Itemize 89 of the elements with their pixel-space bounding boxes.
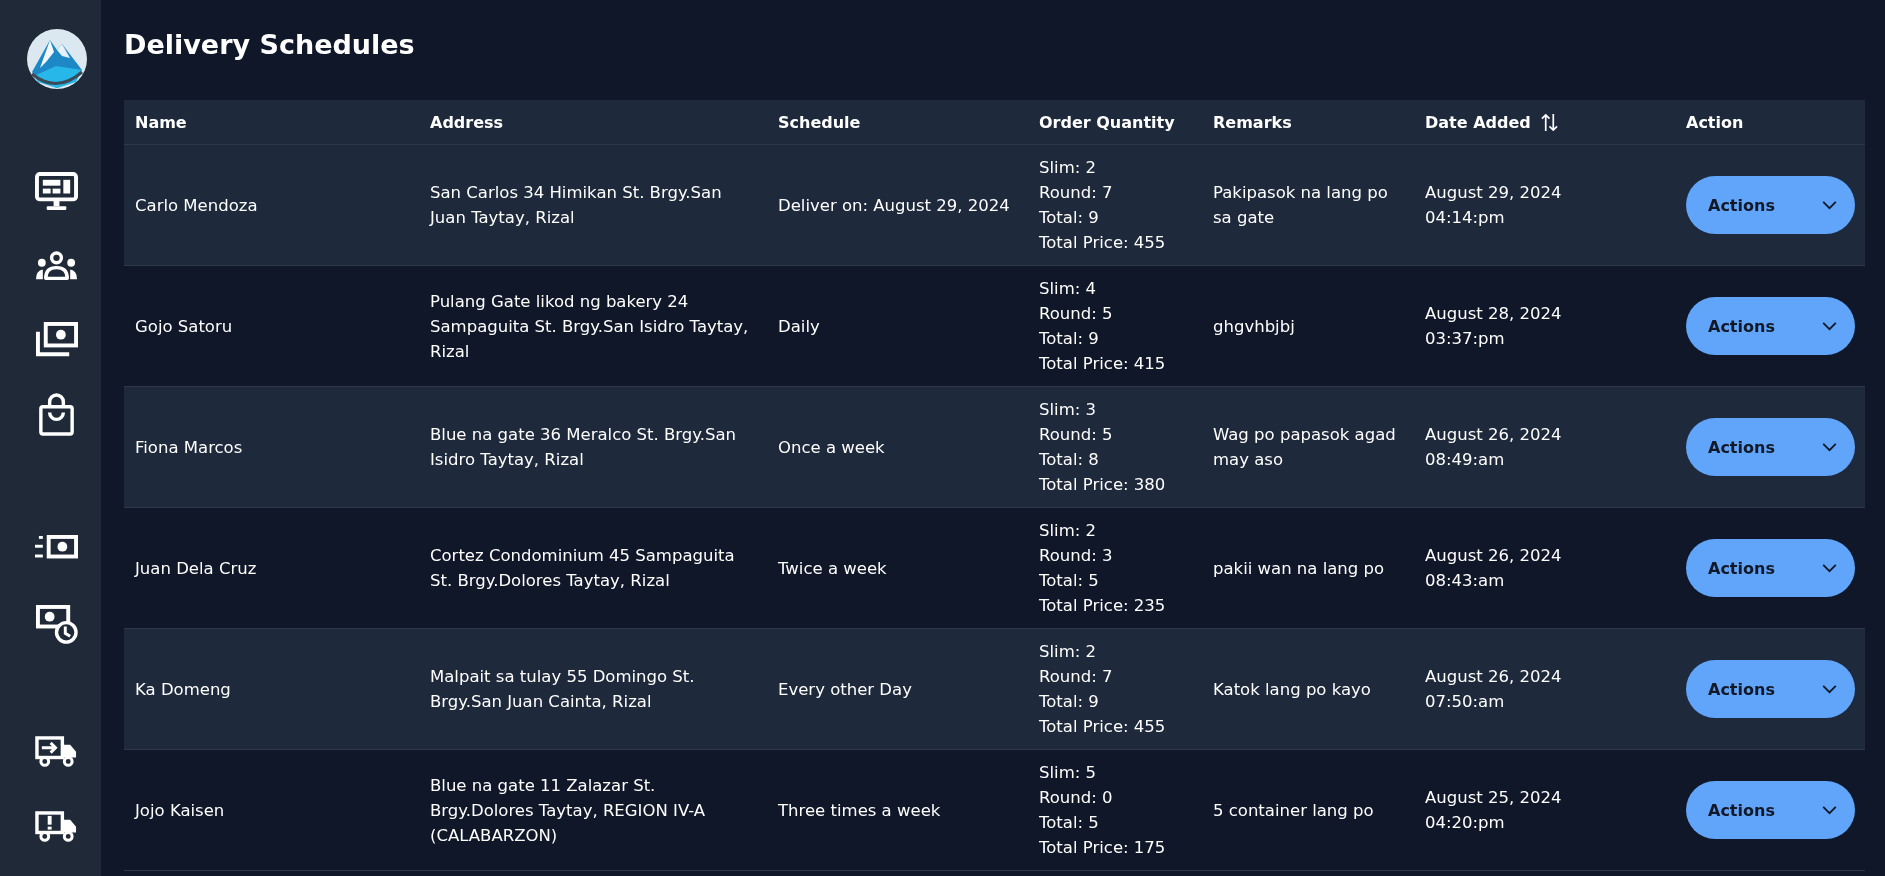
schedule-text: Every other Day bbox=[778, 678, 913, 701]
quantity-line: Slim: 3 bbox=[1039, 399, 1098, 421]
column-header: Order Quantity bbox=[1039, 111, 1175, 134]
address-text: Malpait sa tulay 55 Domingo St. Brgy.San Juan Cainta, Rizal bbox=[430, 666, 696, 713]
time-text: 08:43:am bbox=[1425, 570, 1506, 592]
quantity-line: Total Price: 235 bbox=[1039, 595, 1167, 617]
schedule-text: Twice a week bbox=[778, 557, 888, 580]
date-text: August 26, 2024 bbox=[1425, 545, 1563, 567]
truck-arrow-icon[interactable] bbox=[35, 735, 78, 768]
quantity-line: Total: 9 bbox=[1039, 328, 1100, 350]
quantity-line: Total Price: 455 bbox=[1039, 232, 1167, 254]
quantity-line: Total: 5 bbox=[1039, 812, 1100, 834]
time-text: 04:20:pm bbox=[1425, 812, 1506, 834]
chevron-down-icon bbox=[1822, 200, 1837, 210]
quantity-line: Slim: 2 bbox=[1039, 157, 1098, 179]
customer-name: Gojo Satoru bbox=[135, 315, 234, 338]
chevron-down-icon bbox=[1822, 442, 1837, 452]
date-text: August 25, 2024 bbox=[1425, 787, 1563, 809]
address-text: Blue na gate 11 Zalazar St. Brgy.Dolores Taytay, REGION IV-A (CALABARZON) bbox=[430, 774, 707, 847]
quantity-line: Slim: 5 bbox=[1039, 762, 1098, 784]
quantity-line: Round: 7 bbox=[1039, 182, 1114, 204]
monitor-icon[interactable] bbox=[35, 172, 78, 212]
quantity-line: Round: 5 bbox=[1039, 303, 1114, 325]
quantity-line: Round: 7 bbox=[1039, 666, 1114, 688]
time-text: 04:14:pm bbox=[1425, 207, 1506, 229]
column-header: Remarks bbox=[1213, 111, 1292, 134]
time-text: 08:49:am bbox=[1425, 449, 1506, 471]
customer-name: Carlo Mendoza bbox=[135, 194, 259, 217]
remarks-text: Katok lang po kayo bbox=[1213, 678, 1372, 701]
actions-button[interactable]: Actions bbox=[1686, 660, 1855, 718]
quantity-line: Total: 5 bbox=[1039, 570, 1100, 592]
schedule-text: Three times a week bbox=[778, 799, 942, 822]
address-text: Pulang Gate likod ng bakery 24 Sampaguita St. Brgy.San Isidro Taytay, Rizal bbox=[430, 290, 750, 363]
actions-button[interactable]: Actions bbox=[1686, 176, 1855, 234]
customer-name: Juan Dela Cruz bbox=[135, 557, 258, 580]
time-text: 07:50:am bbox=[1425, 691, 1506, 713]
chevron-down-icon bbox=[1822, 805, 1837, 815]
quantity-line: Total Price: 175 bbox=[1039, 837, 1167, 859]
quantity-line: Total Price: 455 bbox=[1039, 716, 1167, 738]
quantity-line: Slim: 2 bbox=[1039, 520, 1098, 542]
remarks-text: Pakipasok na lang po sa gate bbox=[1213, 182, 1389, 229]
remarks-text: Wag po papasok agad may aso bbox=[1213, 424, 1397, 471]
quantity-line: Round: 3 bbox=[1039, 545, 1114, 567]
mountain-logo-icon[interactable] bbox=[25, 28, 88, 90]
date-text: August 28, 2024 bbox=[1425, 303, 1563, 325]
banknote-clock-icon[interactable] bbox=[35, 605, 78, 645]
schedule-text: Daily bbox=[778, 315, 821, 338]
column-header: Address bbox=[430, 111, 504, 134]
quantity-line: Total: 9 bbox=[1039, 207, 1100, 229]
actions-button[interactable]: Actions bbox=[1686, 297, 1855, 355]
banknote-speed-icon[interactable] bbox=[35, 535, 78, 559]
customer-name: Fiona Marcos bbox=[135, 436, 244, 459]
people-icon[interactable] bbox=[35, 251, 78, 281]
customer-name: Jojo Kaisen bbox=[135, 799, 226, 822]
chevron-down-icon bbox=[1822, 321, 1837, 331]
address-text: San Carlos 34 Himikan St. Brgy.San Juan Taytay, Rizal bbox=[430, 182, 723, 229]
time-text: 03:37:pm bbox=[1425, 328, 1506, 350]
remarks-text: ghgvhbjbj bbox=[1213, 315, 1296, 338]
schedule-text: Once a week bbox=[778, 436, 886, 459]
actions-button[interactable]: Actions bbox=[1686, 418, 1855, 476]
actions-button[interactable]: Actions bbox=[1686, 539, 1855, 597]
date-text: August 26, 2024 bbox=[1425, 424, 1563, 446]
address-text: Cortez Condominium 45 Sampaguita St. Brgy.Dolores Taytay, Rizal bbox=[430, 545, 736, 592]
column-header: Action bbox=[1686, 111, 1744, 134]
truck-alert-icon[interactable] bbox=[35, 810, 78, 843]
banknotes-icon[interactable] bbox=[35, 322, 78, 358]
customer-name: Ka Domeng bbox=[135, 678, 232, 701]
quantity-line: Round: 5 bbox=[1039, 424, 1114, 446]
remarks-text: 5 container lang po bbox=[1213, 799, 1375, 822]
sort-arrows-icon[interactable] bbox=[1540, 112, 1558, 132]
quantity-line: Total Price: 380 bbox=[1039, 474, 1167, 496]
column-header: Schedule bbox=[778, 111, 861, 134]
schedule-text: Deliver on: August 29, 2024 bbox=[778, 194, 1011, 217]
quantity-line: Round: 0 bbox=[1039, 787, 1114, 809]
chevron-down-icon bbox=[1822, 563, 1837, 573]
quantity-line: Slim: 4 bbox=[1039, 278, 1098, 300]
quantity-line: Slim: 2 bbox=[1039, 641, 1098, 663]
column-header: Name bbox=[135, 111, 187, 134]
page-title: Delivery Schedules bbox=[124, 28, 415, 62]
quantity-line: Total: 9 bbox=[1039, 691, 1100, 713]
date-text: August 26, 2024 bbox=[1425, 666, 1563, 688]
actions-button[interactable]: Actions bbox=[1686, 781, 1855, 839]
quantity-line: Total Price: 415 bbox=[1039, 353, 1167, 375]
remarks-text: pakii wan na lang po bbox=[1213, 557, 1386, 580]
chevron-down-icon bbox=[1822, 684, 1837, 694]
column-header: Date Added bbox=[1425, 111, 1531, 134]
address-text: Blue na gate 36 Meralco St. Brgy.San Isidro Taytay, Rizal bbox=[430, 424, 737, 471]
quantity-line: Total: 8 bbox=[1039, 449, 1100, 471]
date-text: August 29, 2024 bbox=[1425, 182, 1563, 204]
